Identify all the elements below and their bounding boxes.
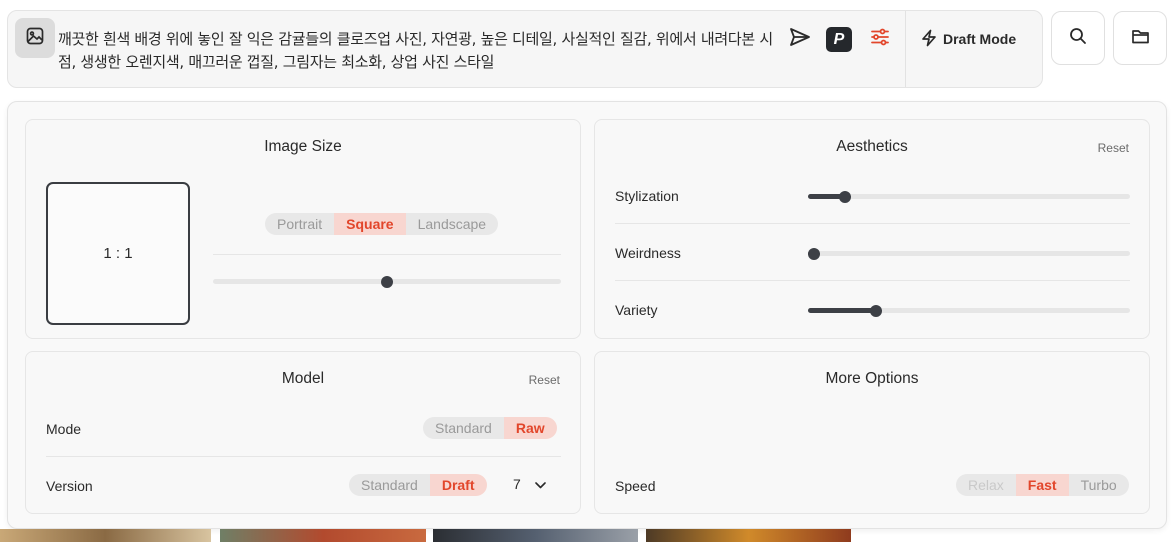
folder-icon	[1131, 28, 1150, 49]
version-standard[interactable]: Standard	[349, 474, 430, 496]
gallery-thumbnail[interactable]	[433, 529, 638, 542]
image-size-card: Image Size 1 : 1 Portrait Square Landsca…	[25, 119, 581, 339]
stylization-slider-handle[interactable]	[839, 190, 851, 203]
stylization-label: Stylization	[615, 188, 679, 204]
divider	[213, 254, 561, 255]
mode-label: Mode	[46, 421, 82, 437]
image-icon	[25, 26, 45, 50]
draft-mode-label: Draft Mode	[943, 31, 1017, 47]
more-options-card: More Options Speed Relax Fast Turbo	[594, 351, 1150, 514]
image-size-title: Image Size	[264, 138, 342, 155]
search-button[interactable]	[1051, 11, 1105, 65]
weirdness-slider-handle[interactable]	[808, 247, 820, 260]
version-number: 7	[513, 476, 521, 492]
variety-label: Variety	[615, 302, 658, 318]
speed-relax: Relax	[956, 474, 1016, 496]
image-upload-button[interactable]	[15, 18, 55, 58]
folder-button[interactable]	[1113, 11, 1167, 65]
orientation-square[interactable]: Square	[334, 213, 406, 235]
aspect-ratio-preview: 1 : 1	[46, 182, 190, 325]
stylization-slider[interactable]	[808, 190, 1130, 203]
settings-toggle-button[interactable]	[866, 25, 894, 53]
prompt-input[interactable]: 깨끗한 흰색 배경 위에 놓인 잘 익은 감귤들의 클로즈업 사진, 자연광, …	[58, 28, 782, 74]
model-title: Model	[281, 370, 325, 387]
aspect-ratio-slider-handle[interactable]	[381, 275, 393, 288]
mode-raw[interactable]: Raw	[503, 417, 557, 439]
variety-slider-fill	[808, 308, 876, 313]
variety-slider[interactable]	[808, 304, 1130, 317]
version-draft[interactable]: Draft	[429, 474, 487, 496]
more-options-title: More Options	[825, 370, 919, 387]
model-reset-button[interactable]: Reset	[529, 373, 560, 387]
personalize-button[interactable]: P	[826, 27, 852, 52]
speed-fast[interactable]: Fast	[1015, 474, 1069, 496]
aesthetics-card: Aesthetics Reset Stylization Weirdness V…	[594, 119, 1150, 339]
send-icon	[789, 27, 811, 51]
aesthetics-reset-button[interactable]: Reset	[1098, 141, 1129, 155]
prompt-bar: 깨끗한 흰색 배경 위에 놓인 잘 익은 감귤들의 클로즈업 사진, 자연광, …	[7, 10, 1043, 88]
model-card: Model Reset Mode Standard Raw Version St…	[25, 351, 581, 514]
search-icon	[1069, 27, 1087, 49]
sliders-icon	[870, 27, 890, 51]
weirdness-label: Weirdness	[615, 245, 681, 261]
mode-selector: Standard Raw	[423, 417, 557, 439]
aspect-ratio-label: 1 : 1	[103, 245, 133, 262]
gallery-thumbnail[interactable]	[0, 529, 211, 542]
aspect-ratio-slider[interactable]	[213, 275, 561, 288]
version-selector: Standard Draft	[349, 474, 487, 496]
orientation-landscape[interactable]: Landscape	[405, 213, 499, 235]
variety-slider-handle[interactable]	[870, 304, 882, 317]
speed-turbo[interactable]: Turbo	[1068, 474, 1129, 496]
settings-panel: Image Size 1 : 1 Portrait Square Landsca…	[7, 101, 1167, 529]
orientation-portrait[interactable]: Portrait	[265, 213, 335, 235]
divider	[615, 223, 1130, 224]
weirdness-slider[interactable]	[808, 247, 1130, 260]
lightning-icon	[921, 29, 937, 50]
speed-label: Speed	[615, 478, 656, 494]
chevron-down-icon	[534, 476, 546, 492]
gallery-thumbnail[interactable]	[646, 529, 851, 542]
divider	[615, 280, 1130, 281]
gallery-thumbnail[interactable]	[220, 529, 426, 542]
divider	[46, 456, 561, 457]
mode-standard[interactable]: Standard	[423, 417, 504, 439]
divider	[905, 11, 906, 87]
version-dropdown[interactable]: 7	[506, 470, 556, 498]
version-label: Version	[46, 478, 93, 494]
draft-mode-button[interactable]: Draft Mode	[921, 27, 1016, 51]
aesthetics-title: Aesthetics	[836, 138, 908, 155]
orientation-selector: Portrait Square Landscape	[265, 213, 499, 235]
speed-selector: Relax Fast Turbo	[956, 474, 1129, 496]
submit-button[interactable]	[786, 25, 814, 53]
